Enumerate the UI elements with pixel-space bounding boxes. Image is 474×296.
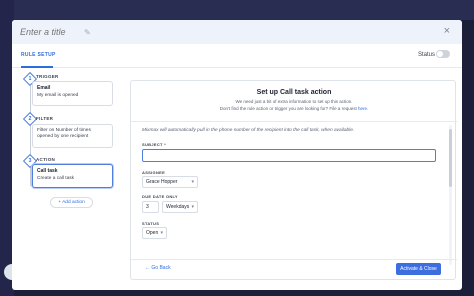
subject-label: SUBJECT * [142, 142, 167, 147]
panel-title: Set up Call task action [256, 89, 332, 96]
chevron-down-icon: ▾ [191, 179, 194, 185]
activate-close-button[interactable]: Activate & Close [396, 263, 441, 275]
subject-input[interactable] [142, 149, 436, 162]
background-app-bar [0, 0, 474, 20]
scroll-thumb[interactable] [449, 129, 452, 187]
filter-label: FILTER [36, 116, 54, 121]
panel-scrollbar[interactable] [449, 125, 452, 265]
tab-rule-setup[interactable]: RULE SETUP [21, 52, 56, 58]
close-icon[interactable]: × [444, 25, 450, 37]
action-title: Call task [37, 168, 58, 174]
pencil-icon[interactable]: ✎ [84, 28, 91, 37]
assignee-select[interactable]: Grace Hopper ▾ [142, 176, 198, 188]
trigger-desc: My email is opened [37, 93, 79, 98]
footer-divider [131, 259, 457, 260]
tab-bar: RULE SETUP Status [12, 44, 462, 68]
action-card[interactable]: Call task Create a call task [32, 164, 113, 188]
filter-title: Filter on Number of times opened by one … [37, 128, 91, 140]
panel-description: We need just a bit of extra information … [219, 99, 369, 111]
panel-divider [131, 121, 457, 122]
modal-header: ✎ [12, 20, 462, 44]
due-number-input[interactable]: 3 [142, 201, 159, 213]
action-desc: Create a call task [37, 176, 75, 181]
chevron-down-icon: ▾ [191, 204, 194, 210]
status-toggle[interactable] [436, 50, 450, 58]
due-unit-select[interactable]: Weekdays ▾ [162, 201, 198, 213]
steps-connector [30, 86, 31, 186]
assignee-label: ASSIGNEE [142, 170, 166, 175]
trigger-card[interactable]: Email My email is opened [32, 81, 113, 106]
trigger-label: TRIGGER [36, 74, 59, 79]
trigger-title: Email [37, 85, 51, 91]
title-input[interactable] [20, 27, 80, 37]
rule-modal: ✎ × RULE SETUP Status 1 TRIGGER Email My… [12, 20, 462, 290]
rule-steps: 1 TRIGGER Email My email is opened 2 FIL… [12, 68, 130, 290]
toggle-knob [437, 51, 443, 57]
status-label: Status [418, 52, 436, 58]
phone-note: Mixmax will automatically pull in the ph… [142, 128, 355, 133]
status-select[interactable]: Open ▾ [142, 227, 167, 239]
chevron-down-icon: ▾ [160, 230, 163, 236]
add-action-button[interactable]: + Add action [50, 197, 93, 208]
action-setup-panel: Set up Call task action We need just a b… [130, 80, 457, 280]
due-date-label: DUE DATE ONLY [142, 194, 178, 199]
file-request-link[interactable]: here. [358, 106, 368, 111]
filter-card[interactable]: Filter on Number of times opened by one … [32, 124, 113, 148]
go-back-button[interactable]: ← Go Back [145, 265, 171, 271]
status-field-label: STATUS [142, 221, 160, 226]
action-label: ACTION [36, 157, 56, 162]
